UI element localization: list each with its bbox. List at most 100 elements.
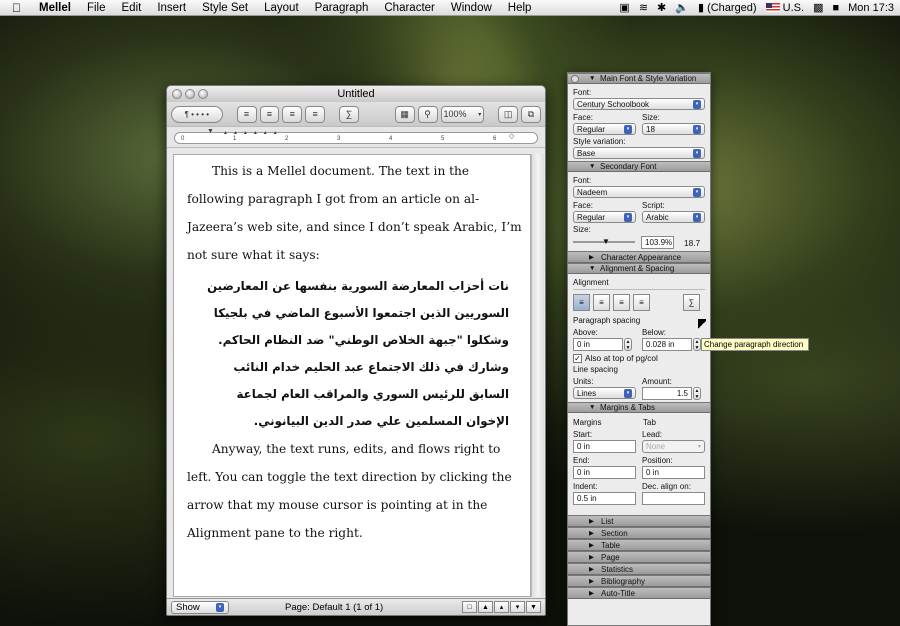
- menu-file[interactable]: File: [79, 2, 114, 14]
- close-button[interactable]: [172, 89, 182, 99]
- menu-style-set[interactable]: Style Set: [194, 2, 256, 14]
- units-popup[interactable]: Lines ▾: [573, 387, 636, 399]
- tab-stops-icon[interactable]: ▲▲▲▲▲▲: [223, 130, 283, 136]
- align-center-icon[interactable]: ≡: [593, 294, 610, 311]
- document-page[interactable]: This is a Mellel document. The text in t…: [173, 154, 531, 597]
- indent-field[interactable]: 0.5 in: [573, 492, 636, 505]
- sec-size-slider[interactable]: ▼: [573, 237, 635, 247]
- paragraph-1[interactable]: This is a Mellel document. The text in t…: [187, 157, 527, 269]
- search-icon[interactable]: ⚲: [417, 105, 438, 123]
- disclosure-closed-icon: ▶: [589, 566, 594, 573]
- align-right-icon[interactable]: ≡: [282, 105, 303, 123]
- apple-menu-icon[interactable]: : [0, 1, 31, 15]
- start-field[interactable]: 0 in: [573, 440, 636, 453]
- user-icon[interactable]: ■: [832, 2, 839, 14]
- dec-align-field[interactable]: [642, 492, 705, 505]
- zoom-select[interactable]: 100% ▾: [440, 105, 485, 123]
- auto-title-header[interactable]: ▶ Auto-Title: [568, 587, 710, 599]
- display-icon[interactable]: ▩: [813, 1, 823, 14]
- character-appearance-header[interactable]: ▶ Character Appearance: [568, 251, 710, 263]
- page-header[interactable]: ▶ Page: [568, 551, 710, 563]
- script-popup[interactable]: Arabic ▾: [642, 211, 705, 223]
- also-top-row: ✓ Also at top of pg/col: [573, 353, 705, 363]
- style-variation-popup[interactable]: Base ▾: [573, 147, 705, 159]
- amount-field[interactable]: 1.5: [642, 387, 692, 400]
- zoom-button[interactable]: [198, 89, 208, 99]
- document-text[interactable]: This is a Mellel document. The text in t…: [187, 157, 527, 547]
- position-field[interactable]: 0 in: [642, 466, 705, 479]
- page-view-icon[interactable]: □: [462, 601, 477, 613]
- palette-close-button[interactable]: [571, 75, 579, 83]
- input-menu[interactable]: U.S.: [765, 2, 804, 14]
- margins-header[interactable]: ▼ Margins & Tabs: [568, 402, 710, 413]
- sec-size-percent[interactable]: 103.9%: [641, 236, 674, 249]
- table-header[interactable]: ▶ Table: [568, 539, 710, 551]
- vertical-scrollbar[interactable]: [531, 154, 544, 597]
- paragraph-2[interactable]: Anyway, the text runs, edits, and flows …: [187, 435, 527, 547]
- document-window: Untitled ¶ • • • • ≡ ≡ ≡ ≡ ∑ ▦ ⚲ 100% ▾ ◫…: [166, 85, 546, 616]
- show-popup[interactable]: Show ▾: [171, 600, 229, 614]
- show-label: Show: [176, 601, 200, 613]
- ruler[interactable]: 0 1 2 3 4 5 6 ▼ ▲▲▲▲▲▲ ◇: [167, 126, 545, 148]
- first-page-icon[interactable]: ▲: [478, 601, 493, 613]
- script-label: Script:: [642, 201, 665, 210]
- also-top-checkbox[interactable]: ✓: [573, 353, 582, 363]
- sec-font-popup[interactable]: Nadeem ▾: [573, 186, 705, 198]
- secondary-font-header[interactable]: ▼ Secondary Font: [568, 161, 710, 172]
- minimize-button[interactable]: [185, 89, 195, 99]
- list-header[interactable]: ▶ List: [568, 515, 710, 527]
- bluetooth-icon[interactable]: ✱: [657, 1, 666, 14]
- style-picker-button[interactable]: ¶ • • • •: [171, 105, 223, 123]
- above-field[interactable]: 0 in: [573, 338, 623, 351]
- last-page-icon[interactable]: ▼: [526, 601, 541, 613]
- section-header[interactable]: ▶ Section: [568, 527, 710, 539]
- align-justify-icon[interactable]: ≡: [305, 105, 326, 123]
- end-margin-icon[interactable]: ◇: [509, 132, 514, 140]
- menu-character[interactable]: Character: [376, 2, 443, 14]
- menu-help[interactable]: Help: [500, 2, 540, 14]
- clock[interactable]: Mon 17:3: [848, 2, 894, 14]
- above-label: Above:: [573, 328, 598, 337]
- menu-edit[interactable]: Edit: [114, 2, 150, 14]
- menu-app[interactable]: Mellel: [31, 2, 79, 14]
- size-popup[interactable]: 18 ▾: [642, 123, 705, 135]
- palette-icon[interactable]: ⧉: [521, 105, 541, 123]
- menu-insert[interactable]: Insert: [149, 2, 194, 14]
- align-right-icon[interactable]: ≡: [613, 294, 630, 311]
- above-stepper[interactable]: ▲ ▼: [624, 338, 632, 351]
- volume-icon[interactable]: 🔈: [675, 1, 689, 14]
- title-bar[interactable]: Untitled: [167, 86, 545, 102]
- menu-paragraph[interactable]: Paragraph: [307, 2, 377, 14]
- sidebar-icon[interactable]: ◫: [498, 105, 519, 123]
- prev-page-icon[interactable]: ▴: [494, 601, 509, 613]
- font-popup[interactable]: Century Schoolbook ▾: [573, 98, 705, 110]
- grid-icon[interactable]: ▦: [394, 105, 415, 123]
- bibliography-header[interactable]: ▶ Bibliography: [568, 575, 710, 587]
- arabic-paragraph[interactable]: نات أحزاب المعارضة السورية بنفسها عن الم…: [187, 269, 527, 435]
- battery-status[interactable]: ▮ (Charged): [698, 1, 757, 14]
- lead-popup[interactable]: None ▾: [642, 440, 705, 453]
- end-field[interactable]: 0 in: [573, 466, 636, 479]
- align-justify-icon[interactable]: ≡: [633, 294, 650, 311]
- direction-icon[interactable]: ∑: [339, 105, 359, 123]
- align-left-icon[interactable]: ≡: [236, 105, 257, 123]
- next-page-icon[interactable]: ▾: [510, 601, 525, 613]
- menu-window[interactable]: Window: [443, 2, 500, 14]
- indent-marker-icon[interactable]: ▼: [207, 128, 214, 135]
- alignment-header[interactable]: ▼ Alignment & Spacing: [568, 263, 710, 274]
- below-field[interactable]: 0.028 in: [642, 338, 692, 351]
- sec-face-popup[interactable]: Regular ▾: [573, 211, 636, 223]
- main-font-header[interactable]: ▼ Main Font & Style Variation: [568, 73, 710, 84]
- amount-stepper[interactable]: ▲ ▼: [693, 387, 701, 400]
- align-center-icon[interactable]: ≡: [259, 105, 280, 123]
- slider-knob-icon[interactable]: ▼: [602, 237, 610, 246]
- below-stepper[interactable]: ▲ ▼: [693, 338, 701, 351]
- statistics-header[interactable]: ▶ Statistics: [568, 563, 710, 575]
- menu-layout[interactable]: Layout: [256, 2, 307, 14]
- wifi-icon[interactable]: ≋: [639, 1, 648, 14]
- align-left-icon[interactable]: ≡: [573, 294, 590, 311]
- ruler-track[interactable]: 0 1 2 3 4 5 6 ▼ ▲▲▲▲▲▲ ◇: [174, 128, 538, 144]
- face-popup[interactable]: Regular ▾: [573, 123, 636, 135]
- script-menu-icon[interactable]: ▣: [619, 1, 629, 14]
- paragraph-direction-icon[interactable]: ∑: [683, 294, 700, 311]
